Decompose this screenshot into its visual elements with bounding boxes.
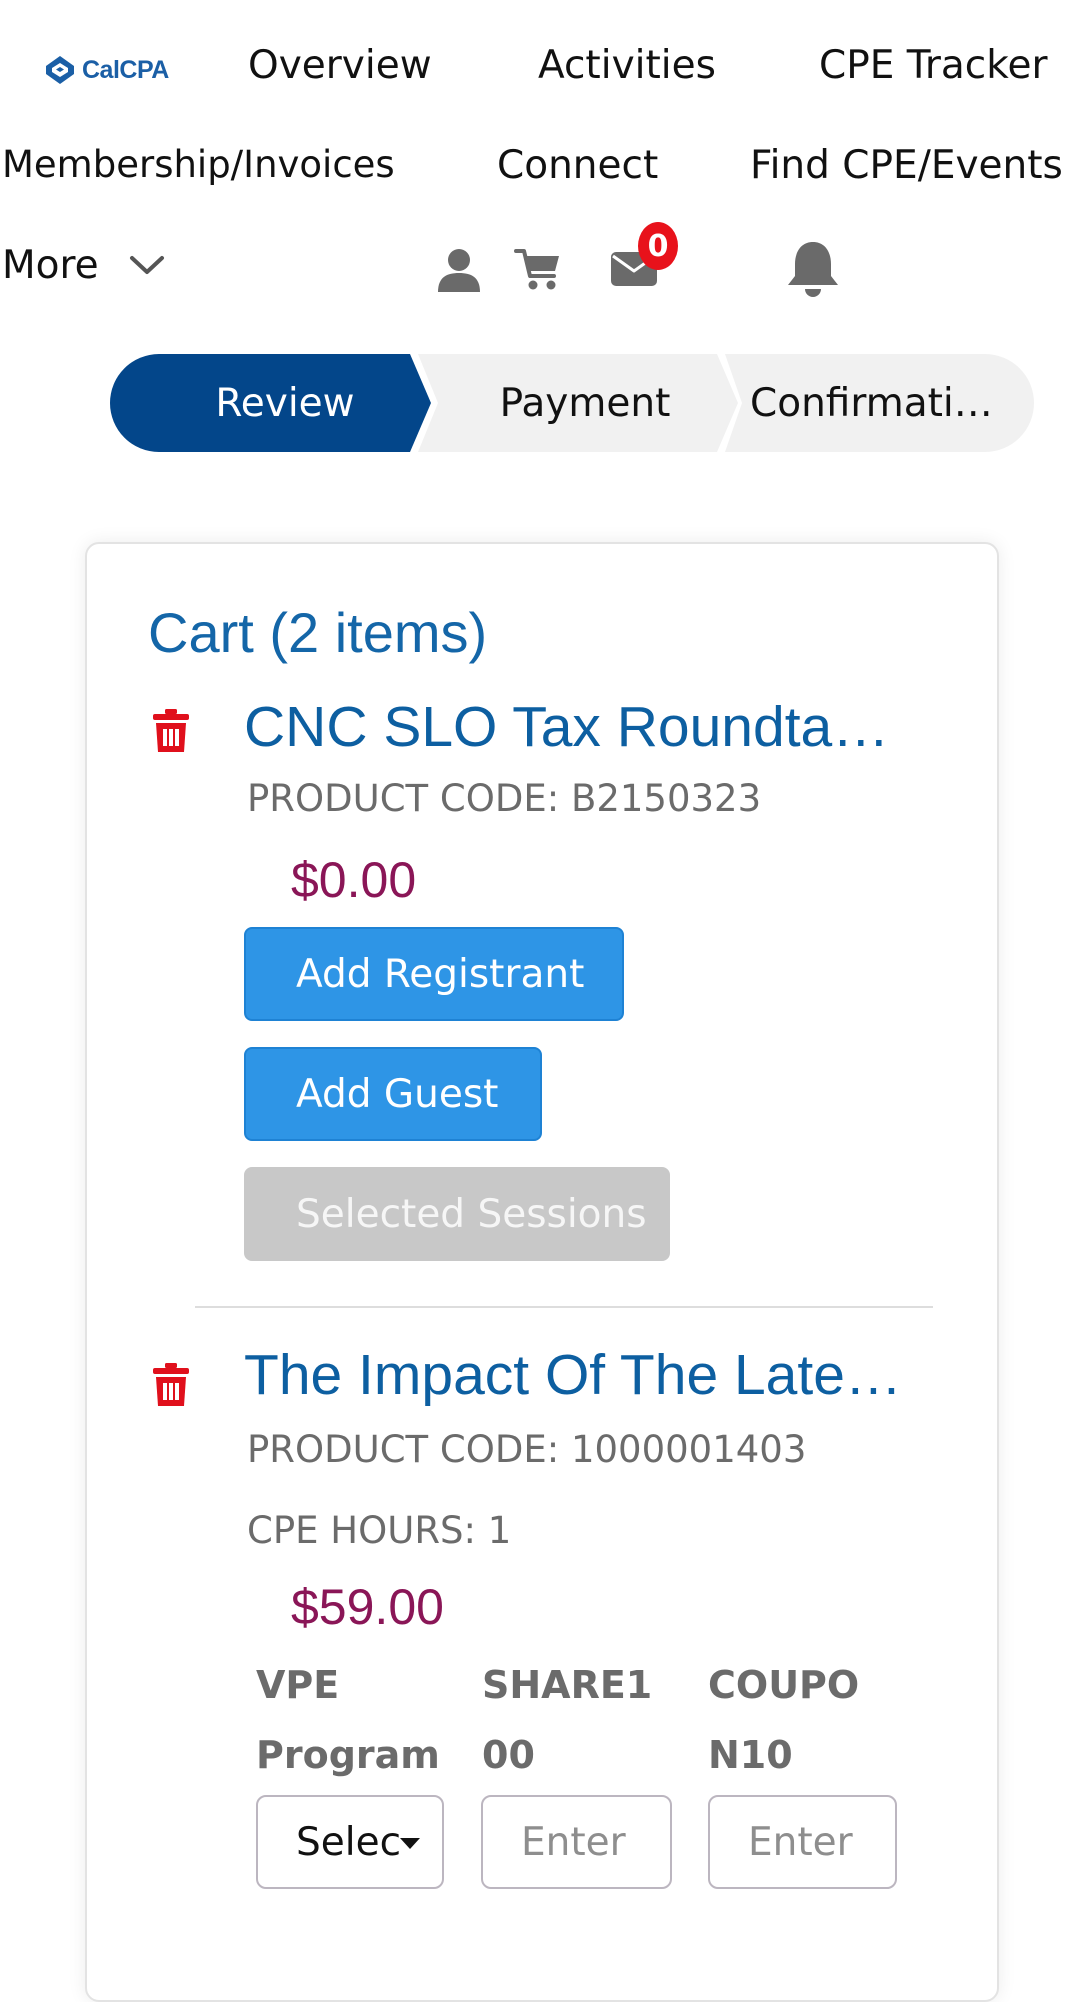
column-header-line: N10 [708, 1733, 793, 1777]
dropdown-caret-icon [400, 1838, 420, 1849]
column-header-line: SHARE1 [482, 1663, 653, 1707]
column-header-line: VPE [256, 1663, 340, 1707]
coupon10-input-field[interactable] [708, 1795, 897, 1889]
top-navigation: CalCPA Overview Activities CPE Tracker M… [0, 0, 1080, 330]
add-guest-button[interactable]: Add Guest [244, 1047, 542, 1141]
nav-link-activities[interactable]: Activities [538, 46, 716, 85]
cart-title: Cart (2 items) [148, 601, 488, 664]
add-registrant-button[interactable]: Add Registrant [244, 927, 624, 1021]
column-header-coupon10: COUPO N10 [708, 1650, 859, 1790]
item-divider [195, 1306, 933, 1308]
coupon10-input[interactable] [710, 1819, 895, 1865]
nav-link-connect[interactable]: Connect [497, 146, 658, 185]
column-header-line: 00 [482, 1733, 535, 1777]
user-icon[interactable] [436, 246, 482, 294]
checkout-stepper: Review Payment Confirmati… [110, 354, 1034, 452]
share100-input-field[interactable] [481, 1795, 672, 1889]
calcpa-logo[interactable]: CalCPA [44, 50, 169, 90]
cart-icon[interactable] [514, 246, 562, 292]
chevron-down-icon[interactable] [128, 252, 166, 278]
logo-text: CalCPA [82, 55, 169, 84]
product-code: PRODUCT CODE: 1000001403 [247, 1428, 807, 1471]
step-payment[interactable]: Payment [440, 354, 730, 452]
calcpa-logo-mark-icon [46, 56, 74, 84]
step-confirmation[interactable]: Confirmati… [750, 354, 993, 452]
nav-link-cpe-tracker[interactable]: CPE Tracker [819, 46, 1047, 85]
item-price: $0.00 [291, 852, 417, 908]
delete-item-trash-icon[interactable] [152, 708, 190, 754]
share100-input[interactable] [483, 1819, 670, 1865]
item-price: $59.00 [291, 1579, 444, 1635]
nav-link-find-cpe-events[interactable]: Find CPE/Events [750, 146, 1063, 185]
messages-count-badge: 0 [638, 222, 678, 270]
cart-item-title[interactable]: CNC SLO Tax Roundta… [244, 694, 924, 760]
column-header-line: COUPO [708, 1663, 860, 1707]
select-value: Selec [296, 1819, 402, 1865]
vpe-program-select[interactable]: Selec [256, 1795, 444, 1889]
nav-more-menu[interactable]: More [2, 246, 99, 285]
column-header-line: Program [256, 1733, 440, 1777]
nav-link-membership-invoices[interactable]: Membership/Invoices [2, 146, 395, 183]
nav-link-overview[interactable]: Overview [248, 46, 432, 85]
column-header-share100: SHARE1 00 [482, 1650, 652, 1790]
delete-item-trash-icon[interactable] [152, 1362, 190, 1408]
step-review[interactable]: Review [150, 354, 420, 452]
selected-sessions-button[interactable]: Selected Sessions [244, 1167, 670, 1261]
column-header-vpe-program: VPE Program [256, 1650, 440, 1790]
cpe-hours: CPE HOURS: 1 [247, 1509, 512, 1552]
cart-item-title[interactable]: The Impact Of The Late… [244, 1342, 924, 1408]
bell-icon[interactable] [784, 238, 842, 300]
product-code: PRODUCT CODE: B2150323 [247, 777, 762, 820]
